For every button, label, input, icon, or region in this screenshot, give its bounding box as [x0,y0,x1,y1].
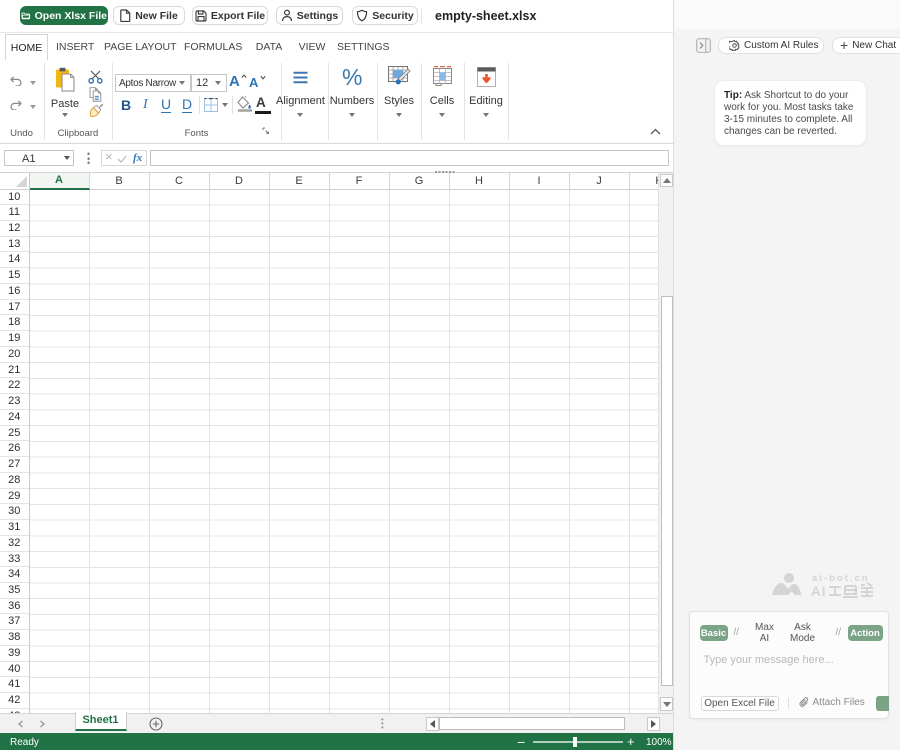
svg-text:AI: AI [811,584,827,599]
svg-text:ai-bot.cn: ai-bot.cn [812,573,870,584]
